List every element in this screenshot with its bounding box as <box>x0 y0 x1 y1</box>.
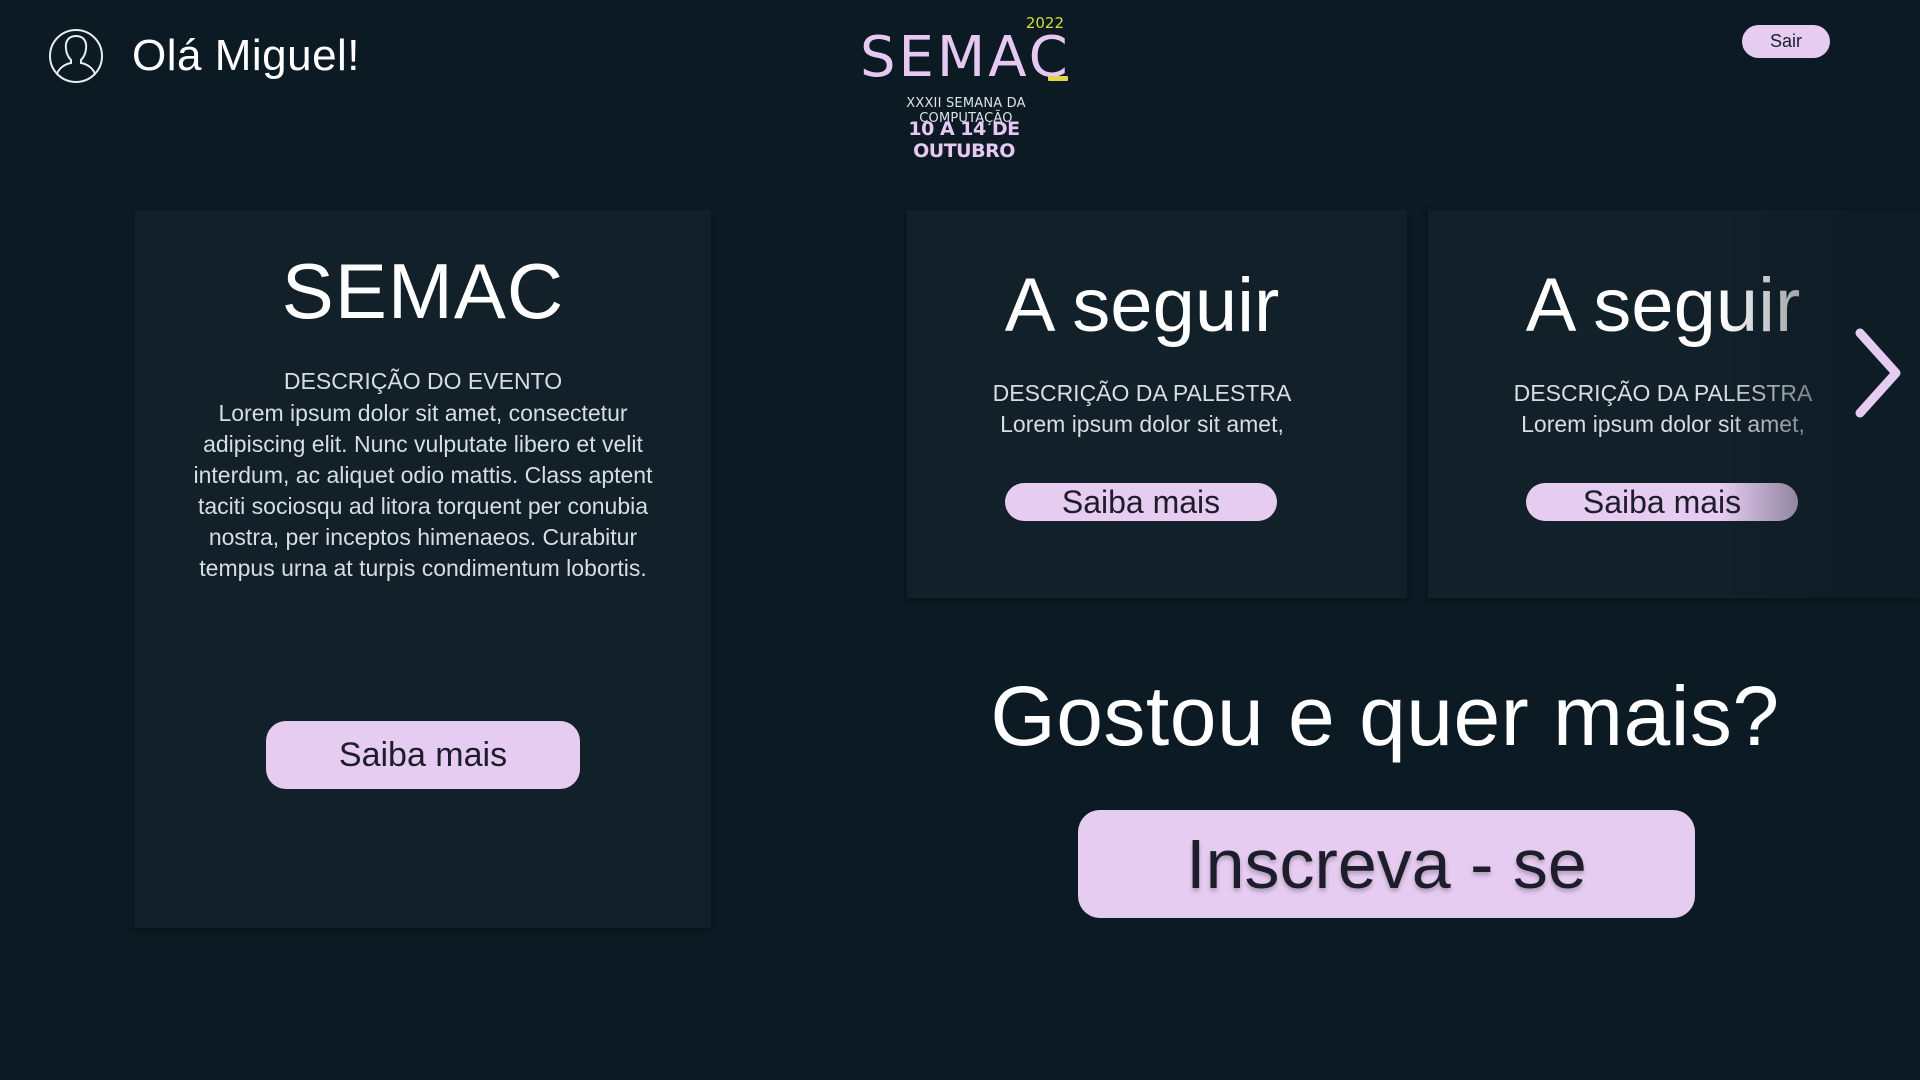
talk-description: Lorem ipsum dolor sit amet, <box>1521 411 1805 437</box>
greeting-text: Olá Miguel! <box>132 31 361 80</box>
talk-description-title: DESCRIÇÃO DA PALESTRA <box>992 380 1292 406</box>
event-title: SEMAC <box>281 247 565 335</box>
user-avatar-icon[interactable] <box>48 28 104 84</box>
logo-underscore <box>1048 76 1068 81</box>
talk-description-title: DESCRIÇÃO DA PALESTRA <box>1513 380 1813 406</box>
user-greeting-block: Olá Miguel! <box>48 28 360 84</box>
event-card: SEMAC DESCRIÇÃO DO EVENTO Lorem ipsum do… <box>135 210 711 928</box>
logout-button[interactable]: Sair <box>1742 25 1830 58</box>
talk-card: A seguir DESCRIÇÃO DA PALESTRA Lorem ips… <box>907 210 1407 598</box>
event-description-title: DESCRIÇÃO DO EVENTO <box>283 368 563 394</box>
signup-button[interactable]: Inscreva - se <box>1078 810 1695 918</box>
talk-title: A seguir <box>1004 263 1280 348</box>
cta-title: Gostou e quer mais? <box>990 669 1780 763</box>
page: Olá Miguel! 2022 SEMAC XXXII SEMANA DA C… <box>0 0 1920 1080</box>
chevron-right-icon[interactable] <box>1850 325 1906 421</box>
talk-card: A seguir DESCRIÇÃO DA PALESTRA Lorem ips… <box>1428 210 1920 598</box>
talk-title: A seguir <box>1525 263 1801 348</box>
talk-more-button[interactable]: Saiba mais <box>1526 483 1798 521</box>
logo-wordmark: SEMAC <box>860 25 1071 90</box>
talk-more-button[interactable]: Saiba mais <box>1005 483 1277 521</box>
talk-description: Lorem ipsum dolor sit amet, <box>1000 411 1284 437</box>
logo-dates: 10 A 14 DE OUTUBRO <box>908 118 1020 162</box>
event-description: Lorem ipsum dolor sit amet, consectetur … <box>193 400 653 581</box>
event-more-button[interactable]: Saiba mais <box>266 721 580 789</box>
semac-logo: 2022 SEMAC XXXII SEMANA DA COMPUTAÇÃO 10… <box>856 12 1076 162</box>
